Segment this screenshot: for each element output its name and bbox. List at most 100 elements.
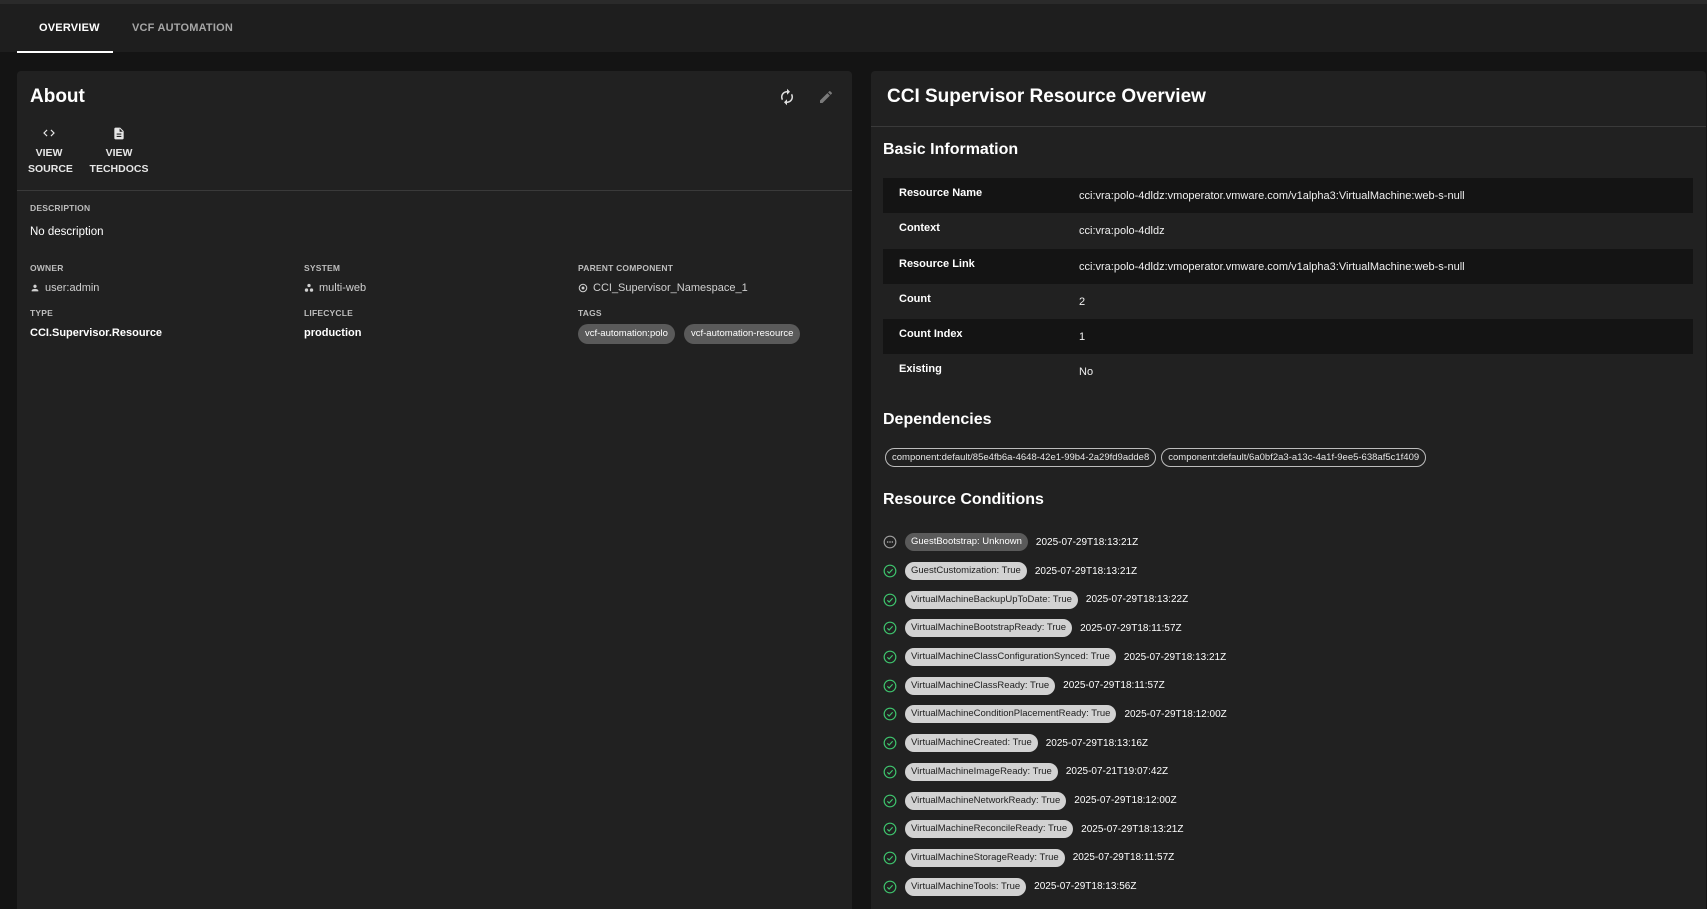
- tag-chip[interactable]: vcf-automation-resource: [684, 324, 801, 344]
- condition-row: VirtualMachineCreated: True 2025-07-29T18…: [883, 729, 1227, 758]
- condition-status: [883, 851, 897, 865]
- condition-row: GuestBootstrap: Unknown 2025-07-29T18:13:…: [883, 528, 1227, 557]
- view-source-label-1: VIEW: [35, 147, 63, 159]
- condition-chip: VirtualMachineStorageReady: True: [905, 848, 1065, 867]
- tags-label: TAGS: [578, 308, 602, 318]
- system-icon: [304, 283, 314, 292]
- tab-overview[interactable]: OVERVIEW: [39, 22, 100, 34]
- dependency-chip[interactable]: component:default/6a0bf2a3-a13c-4a1f-9ee…: [1161, 448, 1427, 467]
- tag-chip[interactable]: vcf-automation:polo: [578, 324, 675, 344]
- basic-information-title: Basic Information: [883, 141, 1019, 158]
- dependency-chip[interactable]: component:default/85e4fb6a-4648-42e1-99b…: [885, 448, 1157, 467]
- condition-row: VirtualMachineStorageReady: True 2025-07-…: [883, 844, 1227, 873]
- more-circle-icon: [883, 535, 897, 549]
- row-key: Existing: [899, 363, 942, 376]
- condition-timestamp: 2025-07-29T18:12:00Z: [1124, 708, 1227, 720]
- table-row: Resource Link cci:vra:polo-4dldz:vmopera…: [883, 248, 1693, 284]
- row-value: cci:vra:polo-4dldz: [1079, 225, 1165, 238]
- view-techdocs-label-2: TECHDOCS: [89, 163, 149, 175]
- type-value: CCI.Supervisor.Resource: [30, 327, 163, 339]
- system-label: SYSTEM: [304, 263, 341, 273]
- owner-link[interactable]: user:admin: [30, 282, 99, 294]
- check-circle-icon: [883, 736, 897, 750]
- condition-row: VirtualMachineNetworkReady: True 2025-07-…: [883, 786, 1227, 815]
- check-circle-icon: [883, 880, 897, 894]
- condition-status: [883, 707, 897, 721]
- parent-component-label: PARENT COMPONENT: [578, 263, 674, 273]
- code-icon: [43, 129, 55, 137]
- edit-button[interactable]: [814, 85, 838, 109]
- overview-title: CCI Supervisor Resource Overview: [887, 86, 1206, 107]
- view-techdocs-link[interactable]: VIEW TECHDOCS: [89, 123, 149, 177]
- check-circle-icon: [883, 765, 897, 779]
- condition-chip: VirtualMachineNetworkReady: True: [905, 791, 1067, 810]
- about-divider: [17, 190, 852, 191]
- dependencies-title: Dependencies: [883, 411, 992, 428]
- condition-status: [883, 679, 897, 693]
- type-label: TYPE: [30, 308, 54, 318]
- condition-chip: VirtualMachineCreated: True: [905, 734, 1038, 753]
- view-techdocs-label-1: VIEW: [105, 147, 133, 159]
- check-circle-icon: [883, 621, 897, 635]
- condition-row: VirtualMachineClassConfigurationSynced: …: [883, 643, 1227, 672]
- parent-component-link[interactable]: CCI_Supervisor_Namespace_1: [578, 282, 748, 294]
- component-icon: [578, 283, 588, 293]
- row-key: Context: [899, 222, 940, 235]
- about-card: About VIEW SOURCE VIEW TECHDOCS DESCRIPT…: [17, 71, 852, 909]
- row-key: Count: [899, 292, 931, 305]
- condition-timestamp: 2025-07-29T18:11:57Z: [1080, 622, 1182, 634]
- condition-status: [883, 822, 897, 836]
- owner-value: user:admin: [45, 282, 100, 294]
- row-key: Resource Name: [899, 187, 983, 199]
- owner-label: OWNER: [30, 263, 64, 273]
- condition-chip: VirtualMachineBootstrapReady: True: [905, 619, 1073, 638]
- view-source-link[interactable]: VIEW SOURCE: [28, 123, 73, 177]
- check-circle-icon: [883, 794, 897, 807]
- document-icon: [114, 127, 124, 139]
- condition-row: VirtualMachineTools: True 2025-07-29T18:1…: [883, 872, 1227, 901]
- condition-status: [883, 794, 897, 808]
- condition-timestamp: 2025-07-21T19:07:42Z: [1065, 766, 1169, 778]
- description-value: No description: [30, 226, 104, 238]
- check-circle-icon: [883, 851, 897, 865]
- tab-vcf-automation[interactable]: VCF AUTOMATION: [132, 22, 233, 34]
- condition-chip: VirtualMachineReconcileReady: True: [905, 820, 1074, 839]
- overview-divider: [871, 126, 1706, 127]
- row-key: Count Index: [899, 328, 963, 341]
- row-value: cci:vra:polo-4dldz:vmoperator.vmware.com…: [1079, 190, 1465, 202]
- conditions-list: GuestBootstrap: Unknown 2025-07-29T18:13:…: [883, 528, 1227, 901]
- tab-bar: OVERVIEW VCF AUTOMATION: [0, 0, 1707, 53]
- table-row: Context cci:vra:polo-4dldz: [883, 213, 1693, 248]
- table-row: Count 2: [883, 284, 1693, 319]
- condition-timestamp: 2025-07-29T18:13:16Z: [1045, 737, 1149, 749]
- condition-chip: VirtualMachineClassReady: True: [905, 676, 1056, 695]
- table-row: Existing No: [883, 354, 1693, 389]
- about-title: About: [30, 86, 85, 107]
- condition-status: [883, 593, 897, 607]
- condition-chip: VirtualMachineTools: True: [905, 877, 1027, 896]
- system-link[interactable]: multi-web: [304, 282, 366, 294]
- check-circle-icon: [883, 564, 897, 578]
- check-circle-icon: [883, 650, 897, 664]
- condition-timestamp: 2025-07-29T18:13:22Z: [1085, 594, 1189, 606]
- row-value: 1: [1079, 331, 1086, 344]
- check-circle-icon: [883, 708, 897, 721]
- resource-overview-card: CCI Supervisor Resource Overview Basic I…: [871, 71, 1706, 909]
- condition-row: VirtualMachineBootstrapReady: True 2025-0…: [883, 614, 1227, 643]
- condition-timestamp: 2025-07-29T18:13:21Z: [1123, 651, 1227, 663]
- refresh-button[interactable]: [775, 85, 799, 109]
- condition-status: [883, 535, 897, 549]
- condition-timestamp: 2025-07-29T18:11:57Z: [1072, 852, 1175, 864]
- condition-timestamp: 2025-07-29T18:13:21Z: [1035, 536, 1139, 548]
- basic-information-table: Resource Name cci:vra:polo-4dldz:vmopera…: [883, 178, 1693, 390]
- user-icon: [31, 284, 39, 292]
- condition-timestamp: 2025-07-29T18:12:00Z: [1074, 795, 1177, 807]
- condition-status: [883, 736, 897, 750]
- check-circle-icon: [883, 679, 897, 693]
- condition-status: [883, 621, 897, 635]
- condition-chip: VirtualMachineConditionPlacementReady: T…: [905, 705, 1117, 724]
- condition-row: VirtualMachineImageReady: True 2025-07-21…: [883, 758, 1227, 787]
- condition-row: VirtualMachineConditionPlacementReady: T…: [883, 700, 1227, 729]
- condition-chip: VirtualMachineClassConfigurationSynced: …: [905, 648, 1116, 667]
- row-key: Resource Link: [899, 257, 975, 270]
